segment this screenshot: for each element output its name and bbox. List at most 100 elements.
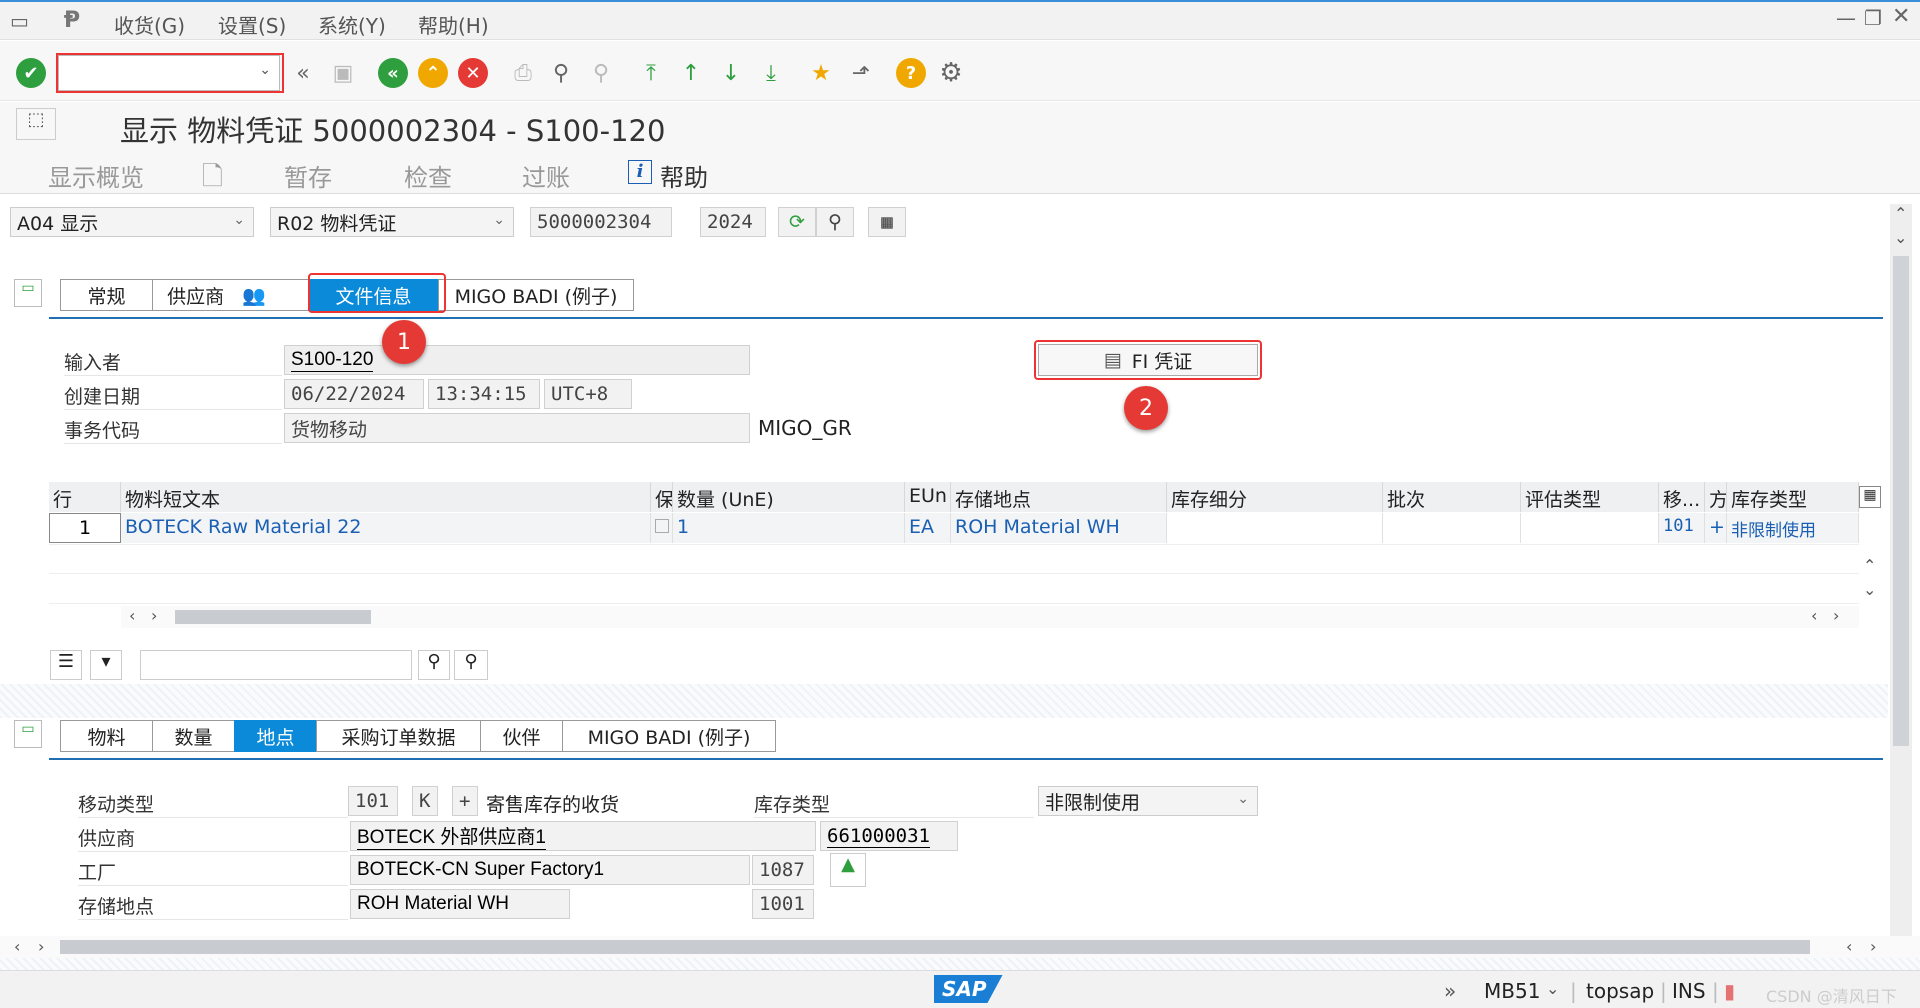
tab-item-migo-badi[interactable]: MIGO BADI (例子) — [562, 720, 776, 752]
double-left-icon[interactable]: « — [288, 58, 318, 88]
status-mode[interactable]: INS — [1672, 979, 1706, 1003]
vendor-field[interactable]: BOTECK 外部供应商1 — [350, 821, 816, 851]
row-unit-cell[interactable]: EA — [905, 513, 951, 543]
row-line-cell[interactable]: 1 — [49, 513, 121, 543]
row-stock-type-cell[interactable]: 非限制使用 — [1727, 513, 1859, 543]
menu-help[interactable]: 帮助(H) — [418, 10, 489, 39]
status-tcode[interactable]: MB51 — [1484, 979, 1540, 1003]
vendor-number-field[interactable]: 661000031 — [820, 821, 958, 851]
grid-scroll-right-icon[interactable]: › — [151, 606, 157, 625]
menu-system[interactable]: 系统(Y) — [318, 10, 386, 39]
storage-location-field[interactable]: ROH Material WH — [350, 889, 570, 919]
row-batch-cell[interactable] — [1383, 513, 1521, 543]
find-next-icon[interactable]: ⚲ — [586, 58, 616, 88]
document-icon[interactable]: 🗋 — [202, 158, 223, 202]
table-settings-icon[interactable]: ▦ — [868, 207, 906, 237]
hold-button[interactable]: 暂存 — [284, 158, 332, 193]
expand-status-icon[interactable]: » — [1444, 979, 1456, 1003]
special-stock-field[interactable]: K — [412, 786, 438, 816]
vertical-scrollbar[interactable]: ⌃ ⌄ — [1890, 204, 1912, 944]
row-flag-checkbox[interactable] — [651, 513, 673, 543]
col-header-valuation[interactable]: 评估类型 — [1521, 482, 1659, 512]
document-number-field[interactable]: 5000002304 — [530, 207, 672, 237]
chevron-down-icon[interactable]: ⌄ — [259, 62, 271, 78]
timezone-field[interactable]: UTC+8 — [544, 379, 632, 409]
grid-scroll-left-icon[interactable]: ‹ — [1811, 606, 1817, 625]
col-header-stock-segment[interactable]: 库存细分 — [1167, 482, 1383, 512]
command-field[interactable]: ⌄ — [58, 55, 280, 91]
col-header-batch[interactable]: 批次 — [1383, 482, 1521, 512]
row-valuation-cell[interactable] — [1521, 513, 1659, 543]
restore-icon[interactable]: ❐ — [1864, 6, 1882, 30]
grid-find-icon[interactable]: ⚲ — [418, 650, 450, 680]
chevron-down-icon[interactable]: ⌄ — [1546, 979, 1559, 998]
tcode-desc-field[interactable]: 货物移动 — [284, 413, 750, 443]
page-hscroll-thumb[interactable] — [60, 940, 1810, 954]
row-material-cell[interactable]: BOTECK Raw Material 22 — [121, 513, 651, 543]
tab-location[interactable]: 地点 — [234, 720, 316, 752]
first-page-icon[interactable]: ⤒ — [636, 58, 666, 88]
col-header-stock-type[interactable]: 库存类型 — [1727, 482, 1859, 512]
next-page-icon[interactable]: ↓ — [716, 58, 746, 88]
close-window-icon[interactable]: ✕ — [1892, 4, 1910, 29]
debit-credit-field[interactable]: + — [452, 786, 478, 816]
tab-migo-badi[interactable]: MIGO BADI (例子) — [438, 279, 634, 311]
row-movement-cell[interactable]: 101 — [1659, 513, 1705, 543]
grid-search-input[interactable] — [140, 650, 412, 680]
prev-page-icon[interactable]: ↑ — [676, 58, 706, 88]
help-icon[interactable]: ? — [896, 58, 926, 88]
col-header-direction[interactable]: 方 — [1705, 482, 1727, 512]
last-page-icon[interactable]: ⤓ — [756, 58, 786, 88]
scroll-down-icon[interactable]: ⌄ — [1894, 228, 1907, 247]
col-header-qty[interactable]: 数量 (UnE) — [673, 482, 905, 512]
row-stock-segment-cell[interactable] — [1167, 513, 1383, 543]
menu-settings[interactable]: 设置(S) — [218, 10, 286, 39]
tab-po-data[interactable]: 采购订单数据 — [316, 720, 480, 752]
tab-material[interactable]: 物料 — [60, 720, 152, 752]
col-header-line[interactable]: 行 — [49, 482, 121, 512]
movement-type-field[interactable]: 101 — [348, 786, 398, 816]
col-header-flag[interactable]: 保 — [651, 482, 673, 512]
search-binoculars-icon[interactable]: ⚲ — [816, 207, 854, 237]
page-scroll-left-icon[interactable]: ‹ — [1846, 937, 1852, 956]
tab-partner[interactable]: 伙伴 — [480, 720, 562, 752]
tab-general[interactable]: 常规 — [60, 279, 152, 311]
grid-settings-icon[interactable]: ▦ — [1859, 486, 1881, 508]
menu-receipt[interactable]: 收货(G) — [114, 10, 185, 39]
sap-p-icon[interactable]: Ᵽ — [64, 8, 80, 33]
page-scroll-left-icon[interactable]: ‹ — [14, 937, 20, 956]
grid-find-next-icon[interactable]: ⚲ — [454, 650, 488, 680]
grid-scroll-left-icon[interactable]: ‹ — [129, 606, 135, 625]
tab-vendor[interactable]: 供应商 👥 — [152, 279, 280, 311]
scroll-thumb[interactable] — [1893, 256, 1909, 746]
grid-hscroll-thumb[interactable] — [175, 610, 371, 624]
row-sloc-cell[interactable]: ROH Material WH — [951, 513, 1167, 543]
page-hscrollbar[interactable]: ‹ › ‹ › — [0, 936, 1920, 958]
back-icon[interactable]: « — [378, 58, 408, 88]
grid-scroll-up-icon[interactable]: ⌃ — [1863, 556, 1876, 575]
enter-icon[interactable]: ✔ — [16, 58, 46, 88]
action-select[interactable]: A04 显示 ⌄ — [10, 207, 254, 237]
grid-scroll-right-icon[interactable]: › — [1833, 606, 1839, 625]
scroll-up-icon[interactable]: ⌃ — [1894, 204, 1907, 223]
print-icon[interactable]: ⎙ — [508, 58, 538, 88]
page-scroll-right-icon[interactable]: › — [38, 937, 44, 956]
tab-quantity[interactable]: 数量 — [152, 720, 234, 752]
shortcut-icon[interactable]: ⬏ — [846, 58, 876, 88]
plant-map-icon[interactable]: ▲ — [830, 853, 866, 887]
collapse-item-icon[interactable]: ▭ — [14, 720, 42, 748]
align-icon[interactable]: ☰ — [50, 650, 82, 680]
col-header-sloc[interactable]: 存储地点 — [951, 482, 1167, 512]
year-field[interactable]: 2024 — [700, 207, 766, 237]
time-field[interactable]: 13:34:15 — [428, 379, 540, 409]
minimize-icon[interactable]: — — [1836, 6, 1856, 30]
execute-icon[interactable]: ⟳ — [778, 207, 816, 237]
stock-type-select[interactable]: 非限制使用 ⌄ — [1038, 786, 1258, 816]
grid-hscrollbar[interactable]: ‹ › ‹ › — [121, 606, 1859, 628]
cancel-icon[interactable]: ✕ — [458, 58, 488, 88]
info-icon[interactable]: i — [628, 160, 652, 184]
entered-by-field[interactable]: S100-120 — [284, 345, 750, 375]
page-scroll-right-icon[interactable]: › — [1870, 937, 1876, 956]
show-overview-button[interactable]: 显示概览 — [48, 158, 144, 193]
plant-number-field[interactable]: 1087 — [752, 855, 814, 885]
